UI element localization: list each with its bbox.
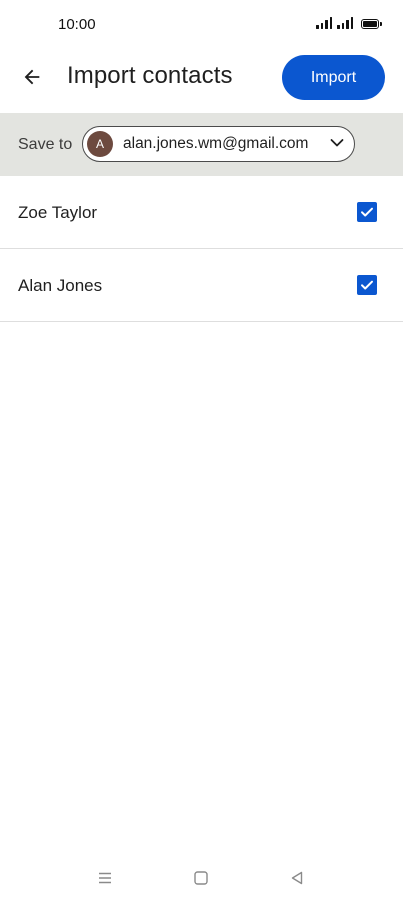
- contact-row-alan-jones[interactable]: Alan Jones: [0, 249, 403, 322]
- arrow-back-icon: [24, 69, 40, 85]
- system-nav-bar: [0, 862, 403, 892]
- avatar: A: [87, 131, 113, 157]
- recent-apps-button[interactable]: [95, 868, 115, 888]
- app-bar: Import contacts Import: [0, 50, 403, 112]
- signal-icon-2: [337, 17, 353, 29]
- account-selector[interactable]: A alan.jones.wm@gmail.com: [82, 126, 355, 162]
- battery-icon: [361, 19, 382, 29]
- save-to-bar: Save to A alan.jones.wm@gmail.com: [0, 113, 403, 176]
- status-bar: 10:00: [0, 0, 403, 50]
- menu-icon: [99, 872, 111, 884]
- check-icon: [361, 207, 373, 217]
- status-icons: [316, 17, 382, 29]
- contact-checkbox[interactable]: [357, 202, 377, 222]
- status-time: 10:00: [58, 16, 96, 33]
- import-button[interactable]: Import: [282, 55, 385, 100]
- home-button[interactable]: [191, 868, 211, 888]
- signal-icon: [316, 17, 332, 29]
- system-back-button[interactable]: [287, 868, 307, 888]
- contact-list: Zoe Taylor Alan Jones: [0, 176, 403, 322]
- contact-name: Zoe Taylor: [18, 203, 98, 222]
- contact-name: Alan Jones: [18, 276, 103, 295]
- chevron-down-icon: [330, 139, 344, 147]
- page-title: Import contacts: [67, 62, 233, 89]
- back-triangle-icon: [291, 871, 303, 885]
- save-to-label: Save to: [18, 136, 73, 153]
- contact-checkbox[interactable]: [357, 275, 377, 295]
- back-button[interactable]: [14, 59, 50, 95]
- contact-row-zoe-taylor[interactable]: Zoe Taylor: [0, 176, 403, 249]
- home-square-icon: [194, 871, 208, 885]
- account-email: alan.jones.wm@gmail.com: [123, 135, 309, 152]
- check-icon: [361, 280, 373, 290]
